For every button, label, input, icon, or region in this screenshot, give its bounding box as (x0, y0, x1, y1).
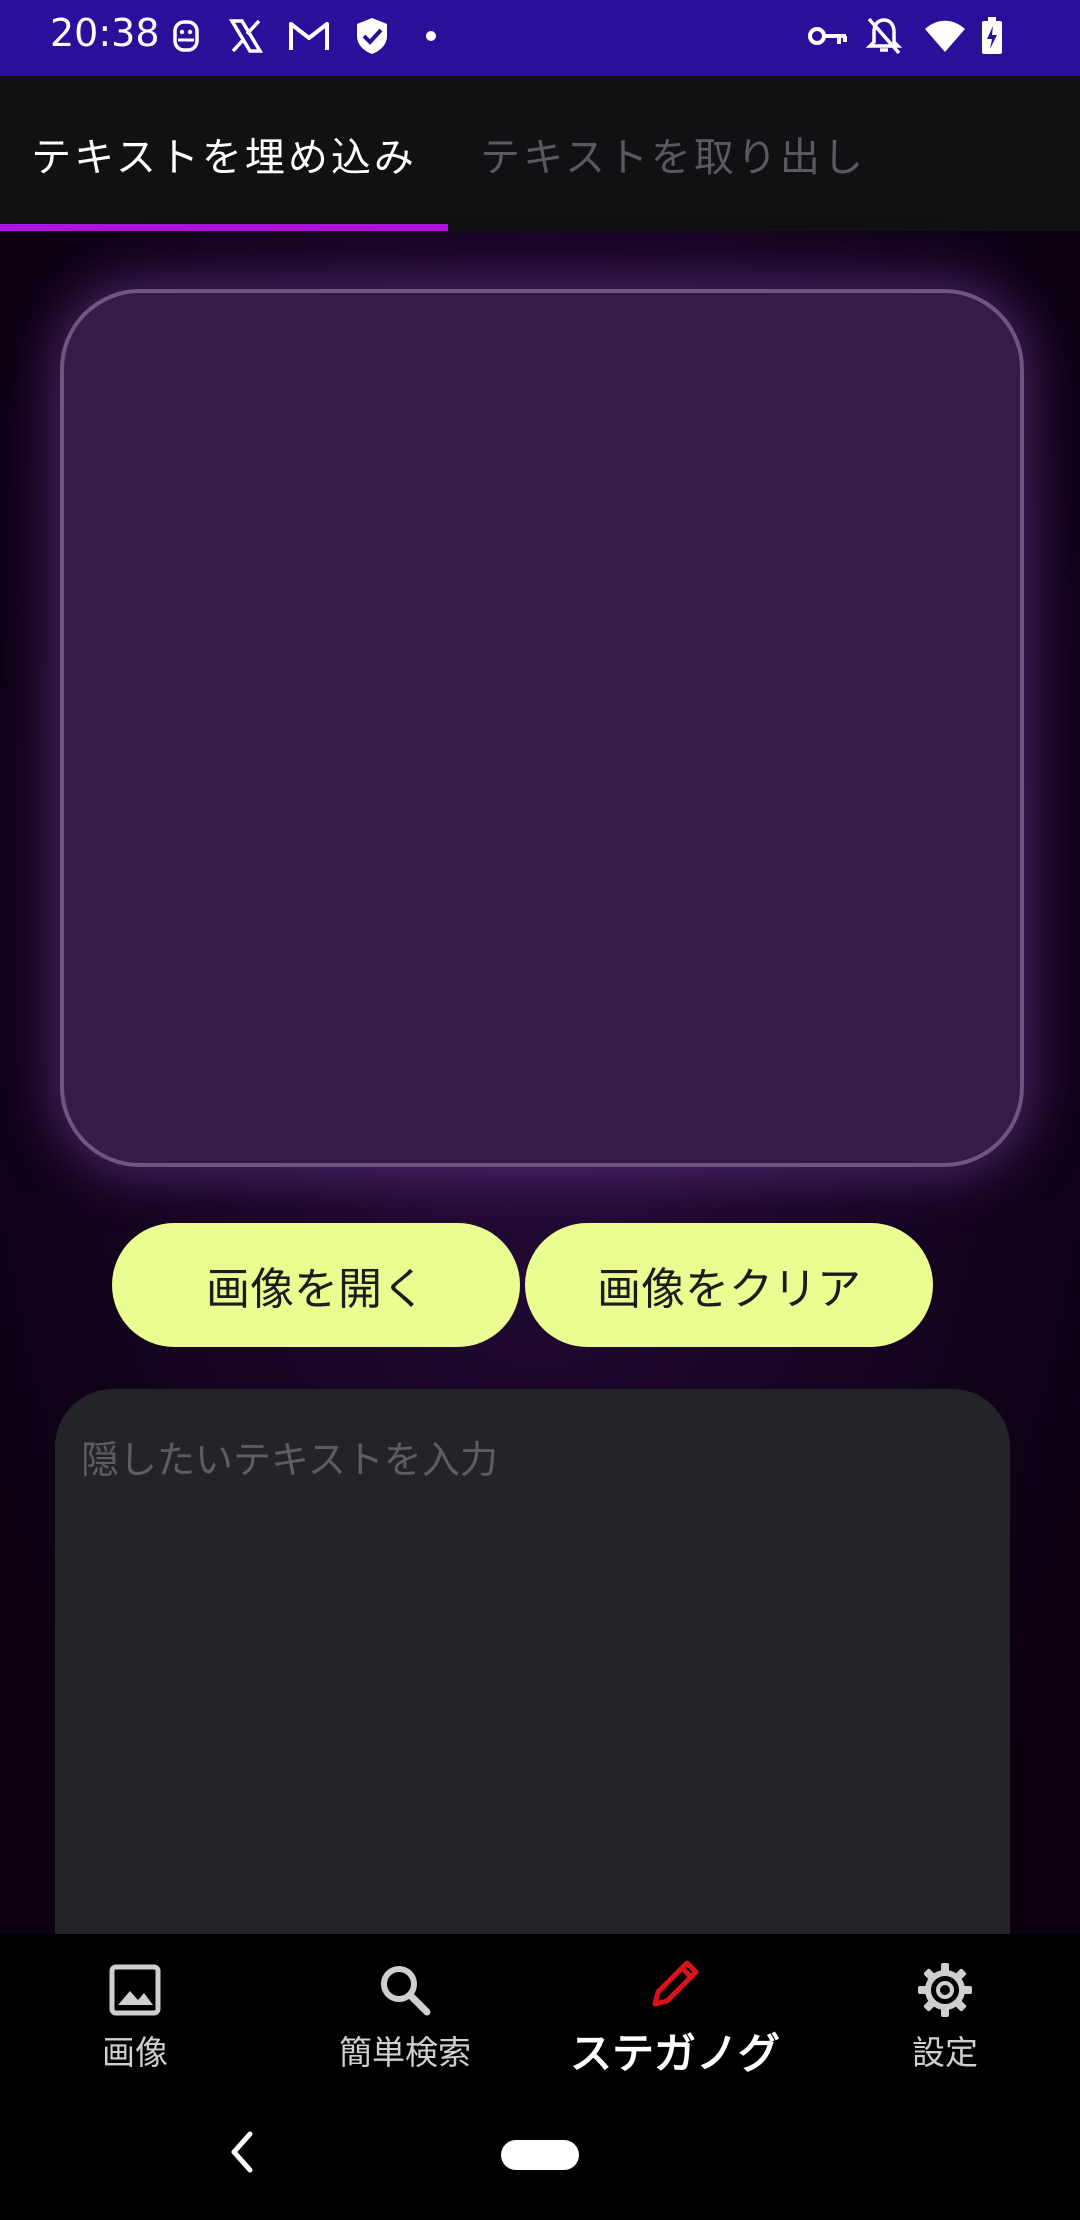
image-preview-frame[interactable] (60, 289, 1024, 1167)
shield-check-icon (352, 14, 392, 58)
nav-item-steganography[interactable]: ステガノグラ... (540, 1934, 810, 2139)
tab-embed-text[interactable]: テキストを埋め込み (0, 76, 448, 231)
android-robot-icon (168, 14, 204, 58)
x-app-icon (226, 14, 266, 58)
nav-label: 設定 (912, 2033, 978, 2072)
tab-label: テキストを取り出し (480, 134, 866, 181)
home-pill[interactable] (501, 2140, 579, 2170)
text-input-placeholder: 隠したいテキストを入力 (81, 1438, 498, 1482)
vpn-key-icon (806, 14, 850, 58)
nav-label: 簡単検索 (339, 2033, 471, 2072)
bottom-navigation: 画像 簡単検索 ステガノグラ... (0, 1934, 1080, 2139)
battery-charging-icon (978, 14, 1006, 58)
image-icon (109, 1964, 161, 2016)
clear-image-button[interactable]: 画像をクリア (525, 1223, 933, 1347)
system-navigation-bar (0, 2084, 1080, 2220)
gear-icon (918, 1963, 972, 2017)
nav-item-settings[interactable]: 設定 (810, 1934, 1080, 2084)
hidden-text-input[interactable]: 隠したいテキストを入力 (55, 1389, 1010, 1989)
nav-item-simple-search[interactable]: 簡単検索 (270, 1934, 540, 2084)
search-icon (381, 1966, 431, 2016)
tab-extract-text[interactable]: テキストを取り出し (448, 76, 898, 231)
tab-bar: テキストを埋め込み テキストを取り出し (0, 76, 1080, 231)
nav-label: 画像 (102, 2033, 168, 2072)
notifications-off-icon (864, 14, 904, 58)
wifi-icon (922, 14, 968, 58)
dot-icon (424, 14, 438, 58)
tab-indicator (0, 224, 448, 231)
pencil-icon (652, 1960, 699, 2007)
open-image-button[interactable]: 画像を開く (112, 1223, 520, 1347)
back-arrow-icon[interactable] (222, 2122, 258, 2182)
status-time: 20:38 (50, 11, 160, 55)
main-content: 画像を開く 画像をクリア 隠したいテキストを入力 (0, 231, 1080, 1989)
gmail-icon (287, 14, 331, 58)
tab-label: テキストを埋め込み (31, 134, 417, 181)
nav-item-images[interactable]: 画像 (0, 1934, 270, 2084)
status-bar: 20:38 (0, 0, 1080, 76)
